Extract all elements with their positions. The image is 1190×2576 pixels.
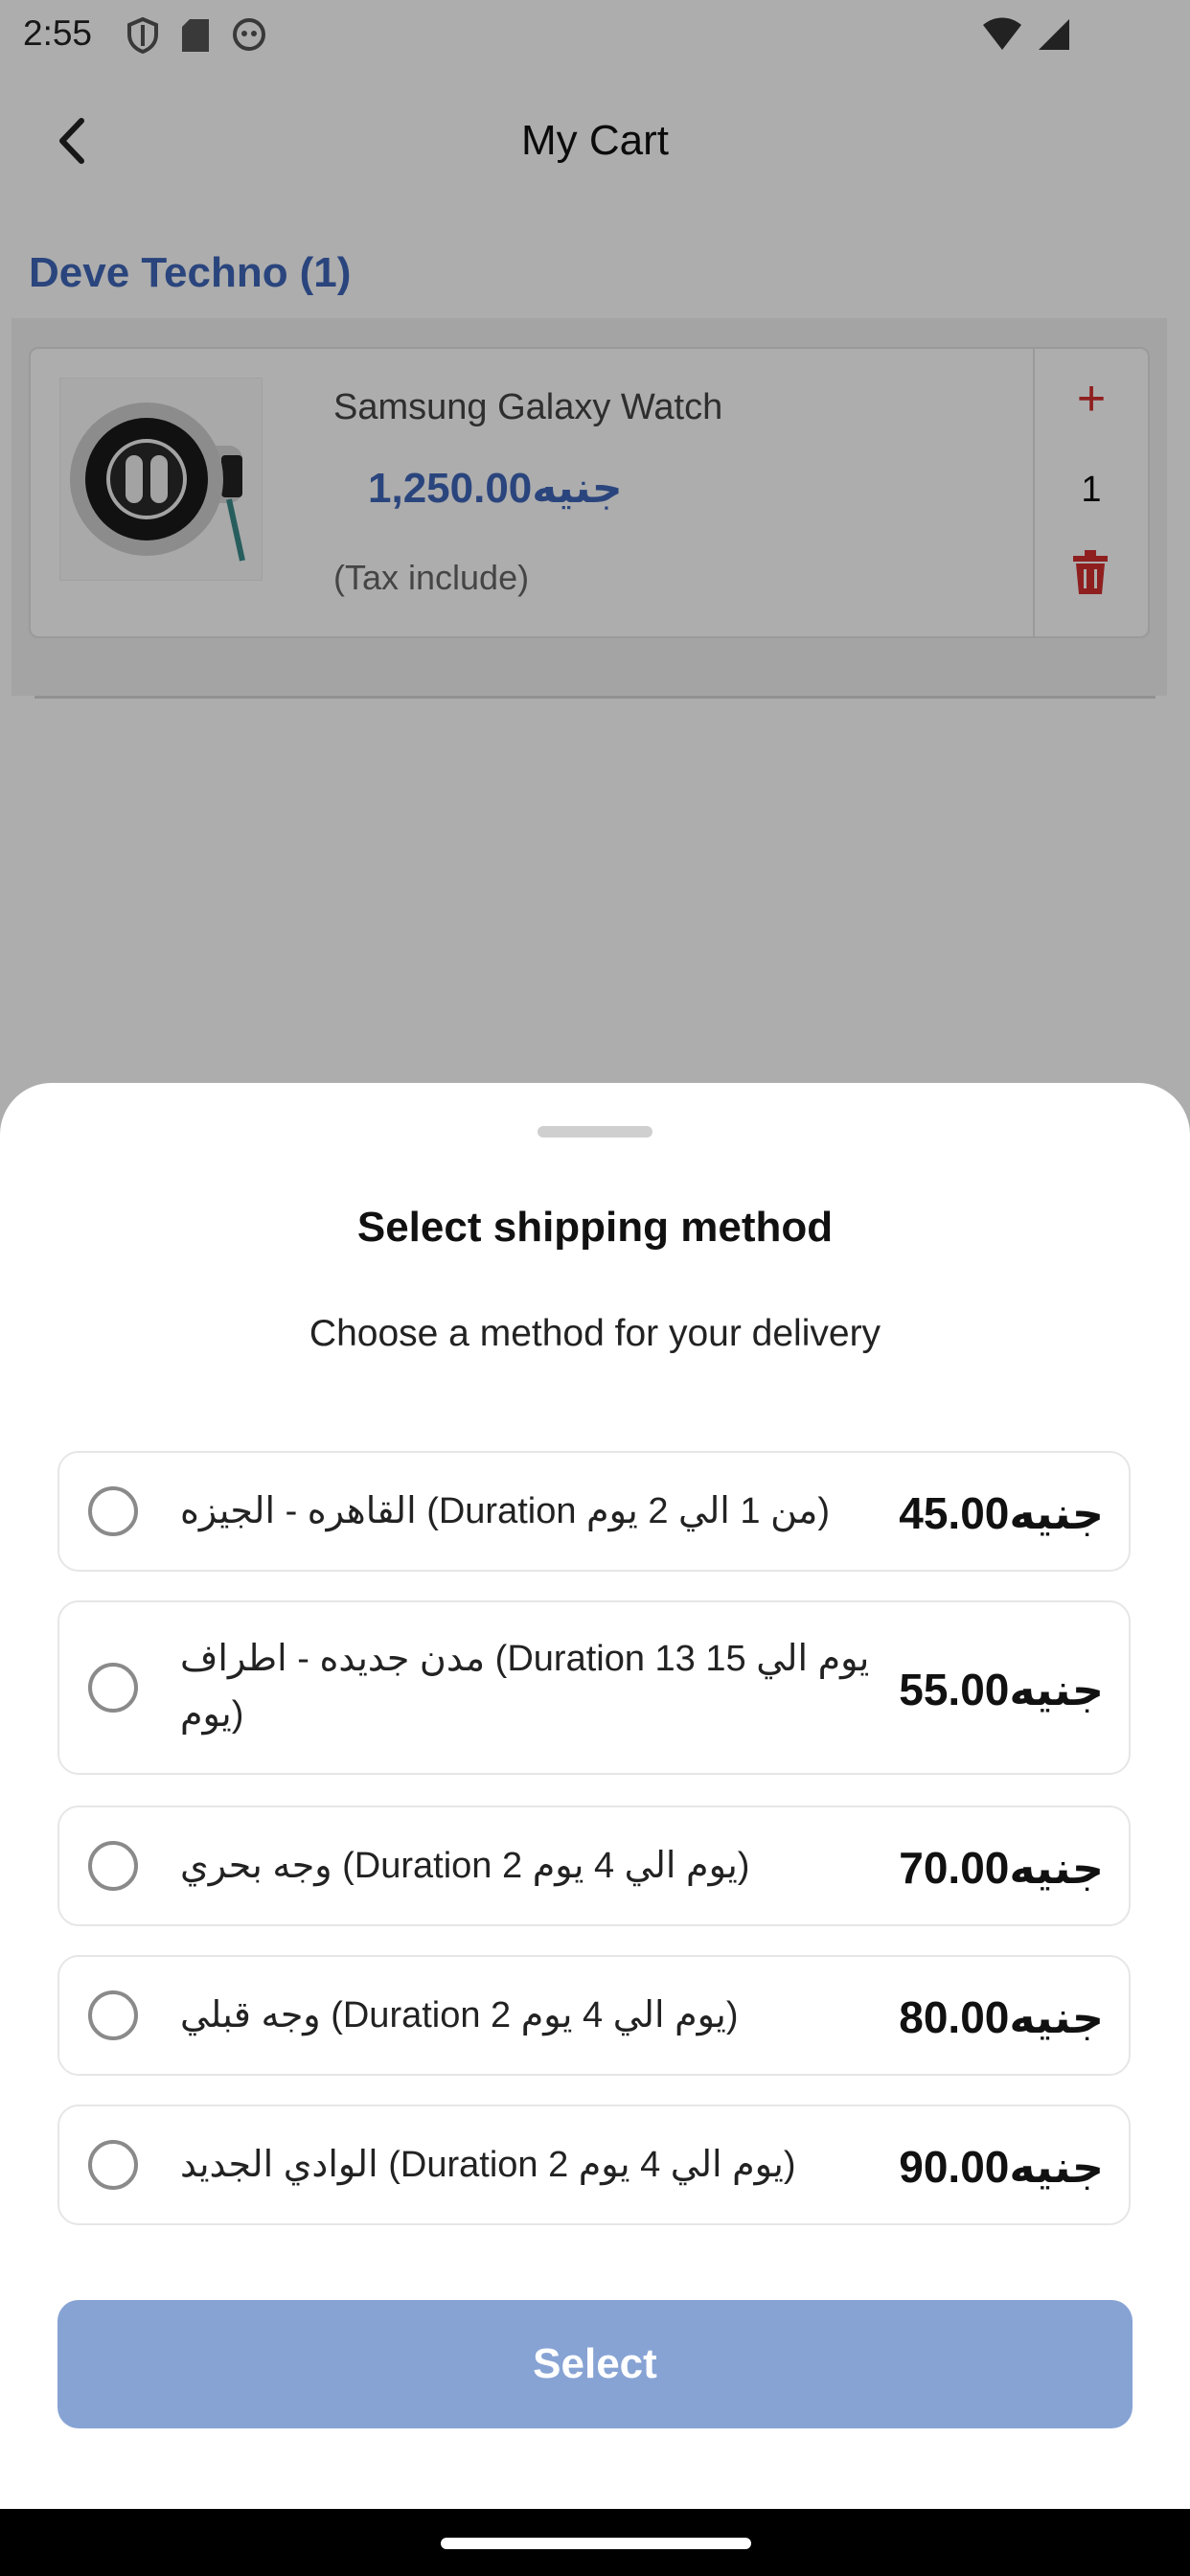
select-button[interactable]: Select <box>57 2300 1133 2428</box>
shipping-option-price: 55.00جنيه <box>899 1665 1104 1714</box>
shipping-option-price: 90.00جنيه <box>899 2142 1104 2192</box>
sheet-title: Select shipping method <box>356 1204 834 1251</box>
shipping-option-label: وجه بحري (Duration 2 يوم الي 4 يوم) <box>180 1846 750 1886</box>
radio-button[interactable] <box>88 1486 138 1536</box>
sheet-subtitle: Choose a method for your delivery <box>309 1313 881 1354</box>
shipping-option[interactable]: وجه بحري (Duration 2 يوم الي 4 يوم) 70.0… <box>57 1806 1131 1926</box>
shipping-option-price: 80.00جنيه <box>899 1992 1104 2042</box>
radio-button[interactable] <box>88 2140 138 2190</box>
shipping-option-label: وجه قبلي (Duration 2 يوم الي 4 يوم) <box>180 1995 739 2036</box>
shipping-option-label: مدن جديده - اطراف (Duration 13 يوم الي 1… <box>180 1639 870 1735</box>
shipping-option-price: 45.00جنيه <box>899 1488 1104 1538</box>
home-indicator[interactable] <box>441 2538 751 2549</box>
shipping-option[interactable]: وجه قبلي (Duration 2 يوم الي 4 يوم) 80.0… <box>57 1955 1131 2076</box>
drag-handle[interactable] <box>538 1126 652 1138</box>
radio-button[interactable] <box>88 1841 138 1891</box>
shipping-option[interactable]: مدن جديده - اطراف (Duration 13 يوم الي 1… <box>57 1600 1131 1775</box>
radio-button[interactable] <box>88 1990 138 2040</box>
shipping-option-label: القاهره - الجيزه (Duration من 1 الي 2 يو… <box>180 1491 831 1531</box>
shipping-option[interactable]: القاهره - الجيزه (Duration من 1 الي 2 يو… <box>57 1451 1131 1572</box>
radio-button[interactable] <box>88 1663 138 1713</box>
navigation-bar <box>0 2509 1190 2576</box>
screen: 2:55 My Cart Deve Techno (1) Samsung Gal… <box>0 0 1190 2576</box>
shipping-method-sheet: Select shipping method Choose a method f… <box>0 1083 1190 2509</box>
shipping-option-price: 70.00جنيه <box>899 1843 1104 1893</box>
shipping-option[interactable]: الوادي الجديد (Duration 2 يوم الي 4 يوم)… <box>57 2104 1131 2225</box>
shipping-option-label: الوادي الجديد (Duration 2 يوم الي 4 يوم) <box>180 2145 796 2185</box>
